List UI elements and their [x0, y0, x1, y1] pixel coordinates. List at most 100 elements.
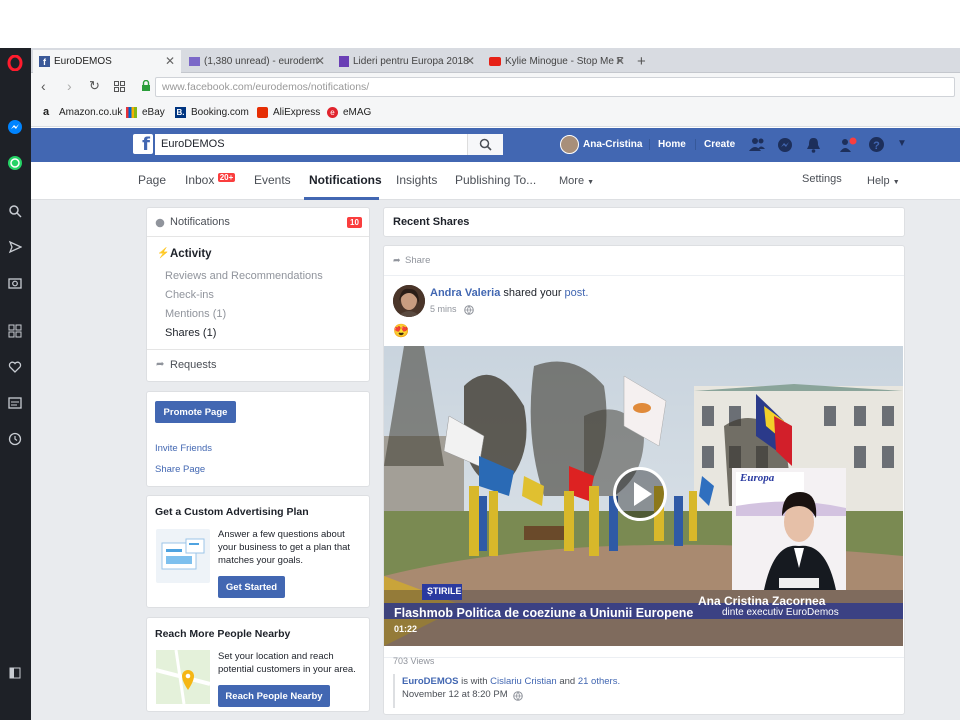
- avatar[interactable]: [393, 285, 425, 317]
- notifications-bell-icon[interactable]: [806, 137, 821, 156]
- activity-item-mentions[interactable]: Mentions (1): [165, 308, 226, 320]
- post-time[interactable]: 5 mins: [430, 304, 457, 314]
- history-icon[interactable]: [6, 430, 24, 448]
- tab-lideri[interactable]: Lideri pentru Europa 2018 ✕: [333, 50, 481, 73]
- play-button[interactable]: [613, 467, 667, 521]
- avatar[interactable]: [560, 135, 579, 154]
- ad-plan-body: Answer a few questions about your busine…: [218, 529, 351, 566]
- requests-menu-item[interactable]: Requests: [170, 359, 216, 371]
- news-icon[interactable]: [6, 394, 24, 412]
- whatsapp-icon[interactable]: [6, 154, 24, 172]
- bookmarks-bar: a Amazon.co.uk eBay B. Booking.com AliEx…: [31, 101, 960, 127]
- nav-help[interactable]: Help ▼: [867, 175, 900, 187]
- nav-events[interactable]: Events: [254, 173, 291, 187]
- facebook-favicon-icon: f: [39, 56, 50, 67]
- back-icon[interactable]: ‹: [41, 78, 46, 94]
- messenger-icon[interactable]: [777, 137, 793, 156]
- bookmark-label: Booking.com: [191, 107, 249, 118]
- divider: [384, 657, 904, 658]
- post-link[interactable]: post.: [565, 287, 589, 299]
- bookmark-emag[interactable]: e eMAG: [327, 107, 371, 118]
- notifications-menu: Notifications 10 ⚡ Activity Reviews and …: [146, 207, 370, 382]
- get-started-button[interactable]: Get Started: [218, 576, 285, 598]
- search-button[interactable]: [467, 134, 503, 155]
- nav-notifications[interactable]: Notifications: [309, 173, 382, 187]
- new-tab-button[interactable]: +: [633, 50, 653, 73]
- tab-eurodemos[interactable]: f EuroDEMOS ✕: [33, 50, 181, 73]
- tagged-link[interactable]: Cislariu Cristian: [490, 676, 557, 687]
- share-page-link[interactable]: Share Page: [155, 464, 205, 475]
- bookmark-booking[interactable]: B. Booking.com: [175, 107, 249, 118]
- author-link[interactable]: Andra Valeria: [430, 287, 500, 299]
- booking-icon: B.: [175, 107, 186, 118]
- nav-page[interactable]: Page: [138, 173, 166, 187]
- notifications-menu-item[interactable]: Notifications: [170, 216, 230, 228]
- send-icon[interactable]: [6, 238, 24, 256]
- activity-item-checkins[interactable]: Check-ins: [165, 289, 214, 301]
- inbox-badge: 20+: [217, 173, 236, 182]
- opera-logo-icon[interactable]: [6, 54, 24, 72]
- post-headline: Andra Valeria shared your post.: [430, 287, 588, 299]
- play-icon: [634, 482, 652, 506]
- speed-dial-icon[interactable]: [6, 322, 24, 340]
- activity-heading[interactable]: Activity: [170, 248, 212, 260]
- messenger-icon[interactable]: [6, 118, 24, 136]
- facebook-logo-icon[interactable]: f: [133, 134, 153, 155]
- emag-icon: e: [327, 107, 338, 118]
- nav-settings[interactable]: Settings: [802, 173, 842, 185]
- bookmark-aliexpress[interactable]: AliExpress: [257, 107, 320, 118]
- reach-people-nearby-button[interactable]: Reach People Nearby: [218, 685, 330, 707]
- help-icon[interactable]: ?: [868, 136, 885, 156]
- account-menu-icon[interactable]: ▼: [897, 138, 907, 149]
- lock-icon: [141, 79, 151, 95]
- tab-mail[interactable]: (1,380 unread) - eurodem ✕: [183, 50, 331, 73]
- and-text: and: [559, 676, 576, 687]
- invite-friends-link[interactable]: Invite Friends: [155, 443, 212, 454]
- promote-page-button[interactable]: Promote Page: [155, 401, 236, 423]
- create-link[interactable]: Create: [695, 139, 735, 150]
- nav-insights[interactable]: Insights: [396, 173, 437, 187]
- heart-icon[interactable]: [6, 358, 24, 376]
- globe-icon: [513, 690, 523, 704]
- video-title: Flashmob Politica de coeziune a Uniunii …: [394, 606, 694, 620]
- activity-item-shares[interactable]: Shares (1): [165, 327, 216, 339]
- url-input[interactable]: www.facebook.com/eurodemos/notifications…: [155, 77, 955, 97]
- search-input[interactable]: EuroDEMOS: [155, 134, 503, 155]
- nav-publishing-tools[interactable]: Publishing To...: [455, 173, 536, 187]
- globe-icon: [155, 217, 165, 231]
- search-icon[interactable]: [6, 202, 24, 220]
- page-tools-icon[interactable]: [839, 137, 857, 157]
- close-tab-icon[interactable]: ✕: [165, 54, 175, 68]
- profile-link[interactable]: Ana-Cristina: [583, 139, 642, 150]
- bookmark-label: Amazon.co.uk: [59, 107, 123, 118]
- close-tab-icon[interactable]: ✕: [315, 54, 325, 68]
- forward-icon[interactable]: ›: [67, 78, 72, 94]
- page-nav: Page Inbox 20+ Events Notifications Insi…: [31, 162, 960, 200]
- nav-inbox[interactable]: Inbox 20+: [185, 173, 236, 187]
- post-date[interactable]: November 12 at 8:20 PM: [402, 689, 508, 700]
- promote-card: Promote Page Invite Friends Share Page: [146, 391, 370, 487]
- reload-icon[interactable]: ↻: [89, 78, 100, 94]
- page-link[interactable]: EuroDEMOS: [402, 676, 458, 687]
- url-host: www.facebook.com: [162, 81, 253, 93]
- is-with-text: is with: [461, 676, 488, 687]
- friend-requests-icon[interactable]: [749, 137, 766, 155]
- caption-role: dinte executiv EuroDemos: [722, 607, 839, 618]
- bookmark-amazon[interactable]: a Amazon.co.uk: [43, 107, 123, 119]
- ebay-icon: [126, 107, 137, 118]
- activity-item-reviews[interactable]: Reviews and Recommendations: [165, 270, 323, 282]
- bookmark-ebay[interactable]: eBay: [126, 107, 165, 118]
- close-tab-icon[interactable]: ✕: [615, 54, 625, 68]
- sidebar-toggle-icon[interactable]: [6, 664, 24, 682]
- home-link[interactable]: Home: [649, 139, 686, 150]
- tabs-grid-icon[interactable]: [114, 81, 125, 95]
- video-player[interactable]: Europa ȘTIRILE Ana Cristina Zacornea din…: [384, 346, 903, 646]
- tab-youtube[interactable]: Kylie Minogue - Stop Me F ✕: [483, 50, 631, 73]
- others-link[interactable]: 21 others.: [578, 676, 620, 687]
- youtube-favicon-icon: [489, 57, 501, 66]
- sign-text: Europa: [740, 472, 775, 484]
- nav-more[interactable]: More ▼: [559, 175, 594, 187]
- nav-inbox-label: Inbox: [185, 173, 215, 187]
- camera-icon[interactable]: [6, 274, 24, 292]
- close-tab-icon[interactable]: ✕: [465, 54, 475, 68]
